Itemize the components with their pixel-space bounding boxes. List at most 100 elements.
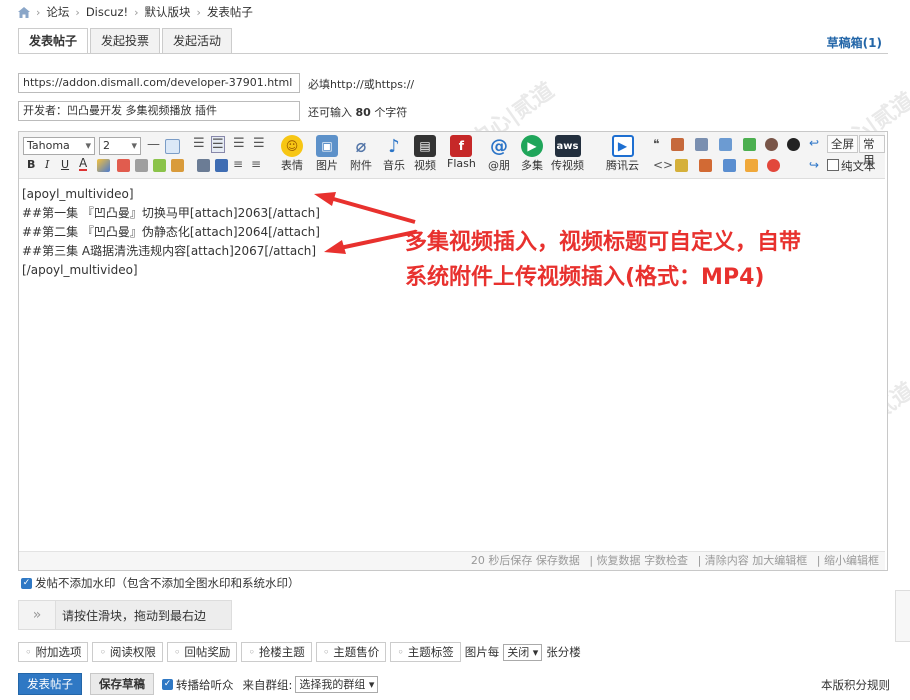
- bullet-icon: ◦: [322, 645, 330, 659]
- quote-icon[interactable]: ❝: [653, 137, 659, 151]
- save-draft-button[interactable]: 保存草稿: [90, 673, 154, 695]
- option-tags[interactable]: ◦ 主题标签: [390, 642, 461, 662]
- table-insert-icon[interactable]: [723, 159, 736, 172]
- option-read-permission[interactable]: ◦ 阅读权限: [92, 642, 163, 662]
- underline-icon[interactable]: U: [61, 158, 69, 171]
- plaintext-checkbox[interactable]: [827, 159, 839, 171]
- code-icon[interactable]: [671, 138, 684, 151]
- autosave-countdown: 20 秒后保存: [470, 554, 533, 567]
- size-select[interactable]: 2 ▾: [99, 137, 141, 155]
- hide-icon[interactable]: [695, 138, 708, 151]
- slider-handle[interactable]: »: [19, 601, 56, 629]
- paste-icon[interactable]: [197, 159, 210, 172]
- fullscreen-button[interactable]: 全屏: [827, 135, 858, 153]
- chevron-right-icon: ›: [196, 5, 201, 19]
- content-line: ##第三集 A璐据清洗违规内容[attach]2067[/attach]: [22, 244, 317, 258]
- qq-alt-icon[interactable]: [767, 159, 780, 172]
- background-color-icon[interactable]: [165, 139, 180, 154]
- video-button[interactable]: ▤ 视频: [414, 135, 436, 173]
- multivideo-button[interactable]: ▶ 多集: [521, 135, 543, 173]
- qq-icon[interactable]: [787, 138, 800, 151]
- post-options-row: ◦ 附加选项 ◦ 阅读权限 ◦ 回帖奖励 ◦ 抢楼主题 ◦ 主题售价 ◦ 主题标…: [18, 642, 581, 662]
- per-floor-select[interactable]: 关闭 ▾: [503, 643, 543, 661]
- background-music-icon[interactable]: [745, 159, 758, 172]
- play-icon: ▶: [521, 135, 543, 157]
- url-input[interactable]: https://addon.dismall.com/developer-3790…: [18, 73, 300, 93]
- tencent-cloud-button[interactable]: ▶ 腾讯云: [606, 135, 639, 173]
- bold-icon[interactable]: B: [27, 158, 35, 171]
- tab-new-activity[interactable]: 发起活动: [162, 28, 233, 53]
- common-button[interactable]: 常用: [859, 135, 885, 167]
- locked-icon[interactable]: [743, 138, 756, 151]
- fullscreen-icon[interactable]: ↩: [809, 136, 819, 150]
- slider-label: 请按住滑块，拖动到最右边: [62, 608, 207, 623]
- music-button[interactable]: ♪ 音乐: [383, 135, 405, 173]
- word-count-link[interactable]: 字数检查: [644, 554, 688, 567]
- mention-button[interactable]: @ @朋: [488, 135, 510, 173]
- align-right-icon[interactable]: ☰: [233, 136, 245, 151]
- rules-link[interactable]: 本版积分规则: [821, 677, 890, 693]
- align-justify-icon[interactable]: ☰: [253, 136, 265, 151]
- breadcrumb-board[interactable]: 默认版块: [145, 4, 191, 20]
- upload-video-button[interactable]: aws 传视频: [551, 135, 584, 173]
- option-floor-rush[interactable]: ◦ 抢楼主题: [241, 642, 312, 662]
- align-left-icon[interactable]: ☰: [193, 136, 205, 151]
- image-link-icon[interactable]: [153, 159, 166, 172]
- table-icon[interactable]: [135, 159, 148, 172]
- link-icon[interactable]: [97, 159, 110, 172]
- redo-icon[interactable]: ↪: [809, 158, 819, 172]
- html-code-icon[interactable]: <>: [653, 158, 673, 172]
- home-icon[interactable]: [18, 6, 30, 18]
- shrink-editor-link[interactable]: 缩小编辑框: [824, 554, 879, 567]
- payment-icon[interactable]: [699, 159, 712, 172]
- annotation-line: 系统附件上传视频插入(格式：MP4): [405, 265, 765, 290]
- unordered-list-icon[interactable]: ≡: [251, 157, 261, 171]
- lock-icon[interactable]: [675, 159, 688, 172]
- save-data-link[interactable]: 保存数据: [536, 554, 580, 567]
- content-line: ##第一集 『凹凸曼』切换马甲[attach]2063[/attach]: [22, 206, 320, 220]
- submit-post-button[interactable]: 发表帖子: [18, 673, 82, 695]
- ordered-list-icon[interactable]: ≡: [233, 157, 243, 171]
- password-icon[interactable]: [765, 138, 778, 151]
- editor-statusbar: 20 秒后保存 保存数据 | 恢复数据 字数检查 | 清除内容 加大编辑框 | …: [19, 551, 885, 570]
- option-price[interactable]: ◦ 主题售价: [315, 642, 387, 662]
- multivideo-label: 多集: [521, 159, 543, 172]
- annotation-arrows: [314, 192, 416, 254]
- tab-new-poll[interactable]: 发起投票: [90, 28, 161, 53]
- horizontal-rule-icon[interactable]: —: [147, 137, 160, 152]
- italic-icon[interactable]: I: [45, 158, 49, 171]
- side-float-widget[interactable]: [895, 590, 910, 642]
- forward-label: 转播给听众: [176, 677, 234, 692]
- clear-content-link[interactable]: 清除内容: [705, 554, 749, 567]
- editor-content[interactable]: [apoyl_multivideo] ##第一集 『凹凸曼』切换马甲[attac…: [22, 185, 320, 280]
- group-select[interactable]: 选择我的群组 ▾: [295, 676, 379, 693]
- font-color-icon[interactable]: A: [79, 157, 88, 171]
- restore-data-link[interactable]: 恢复数据: [597, 554, 641, 567]
- at-sign-icon: @: [490, 135, 508, 157]
- enlarge-editor-link[interactable]: 加大编辑框: [752, 554, 807, 567]
- tab-new-post[interactable]: 发表帖子: [18, 28, 89, 54]
- clear-format-icon[interactable]: [171, 159, 184, 172]
- title-input[interactable]: 开发者：凹凸曼开发 多集视频播放 插件: [18, 101, 300, 121]
- option-reply-reward[interactable]: ◦ 回帖奖励: [166, 642, 238, 662]
- option-label: 抢楼主题: [258, 645, 305, 659]
- breadcrumb-forum[interactable]: 论坛: [46, 4, 69, 20]
- draftbox-link[interactable]: 草稿箱(1): [827, 34, 882, 51]
- unlink-icon[interactable]: [117, 159, 130, 172]
- separator: |: [816, 554, 821, 567]
- no-watermark-label: 发帖不添加水印（包含不添加全图水印和系统水印）: [35, 576, 300, 590]
- emoji-button[interactable]: ☺ 表情: [281, 135, 303, 173]
- font-select[interactable]: Tahoma ▾: [23, 137, 95, 155]
- free-icon[interactable]: [719, 138, 732, 151]
- option-extra[interactable]: ◦ 附加选项: [18, 642, 89, 662]
- image-button[interactable]: ▣ 图片: [316, 135, 338, 173]
- no-watermark-checkbox[interactable]: ✓: [21, 577, 32, 589]
- indent-icon[interactable]: [215, 159, 228, 172]
- annotation-line: 多集视频插入，视频标题可自定义，自带: [405, 230, 802, 255]
- forward-checkbox[interactable]: ✓: [162, 679, 173, 690]
- breadcrumb-discuz[interactable]: Discuz!: [86, 5, 128, 19]
- align-center-icon[interactable]: ☰: [211, 136, 225, 153]
- flash-button[interactable]: f Flash: [447, 135, 476, 170]
- per-floor-suffix: 张分楼: [546, 645, 581, 659]
- attachment-button[interactable]: ⌀ 附件: [350, 135, 372, 173]
